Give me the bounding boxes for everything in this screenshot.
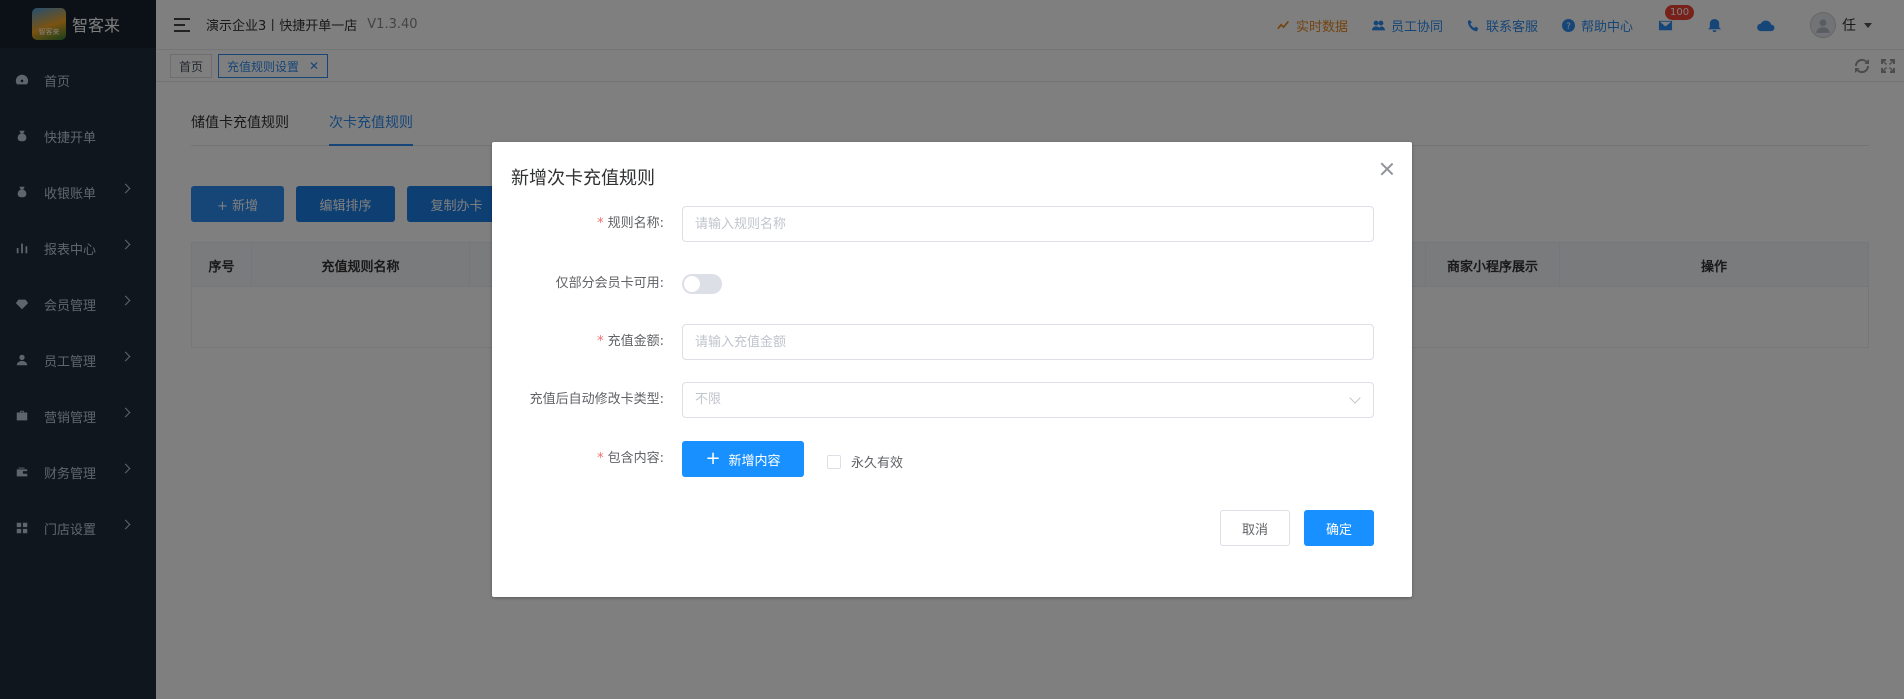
partial-cards-switch[interactable] xyxy=(682,274,722,294)
card-type-value: 不限 xyxy=(695,392,722,407)
add-rule-dialog: 新增次卡充值规则 *规则名称: 仅部分会员卡可用: *充值金额: 充值后自动修改… xyxy=(492,142,1412,597)
form-row-content: * 包含内容: + 新增内容 永久有效 xyxy=(492,441,1412,477)
dialog-title: 新增次卡充值规则 xyxy=(511,168,655,189)
card-type-label: 充值后自动修改卡类型: xyxy=(529,392,664,407)
rule-name-label: * 规则名称: xyxy=(597,216,664,231)
amount-input[interactable] xyxy=(682,324,1374,360)
content-label: * 包含内容: xyxy=(597,451,664,466)
rule-name-input[interactable] xyxy=(682,206,1374,242)
amount-label: * 充值金额: xyxy=(597,334,664,349)
plus-icon: + xyxy=(705,448,721,469)
card-type-select[interactable]: 不限 xyxy=(682,382,1374,418)
chevron-down-icon xyxy=(1349,392,1361,404)
form-row-card-type: 充值后自动修改卡类型: 不限 xyxy=(492,382,1412,418)
confirm-button[interactable]: 确定 xyxy=(1304,510,1374,546)
close-icon[interactable] xyxy=(1380,162,1394,176)
checkbox-box[interactable] xyxy=(827,454,841,469)
partial-cards-label: 仅部分会员卡可用: xyxy=(555,276,664,291)
forever-valid-checkbox[interactable]: 永久有效 xyxy=(827,452,903,471)
form-row-rule-name: * 规则名称: xyxy=(492,206,1412,242)
cancel-button[interactable]: 取消 xyxy=(1220,510,1290,546)
form-row-partial-cards: 仅部分会员卡可用: xyxy=(492,266,1412,302)
add-content-button[interactable]: + 新增内容 xyxy=(682,441,804,477)
form-row-amount: * 充值金额: xyxy=(492,324,1412,360)
